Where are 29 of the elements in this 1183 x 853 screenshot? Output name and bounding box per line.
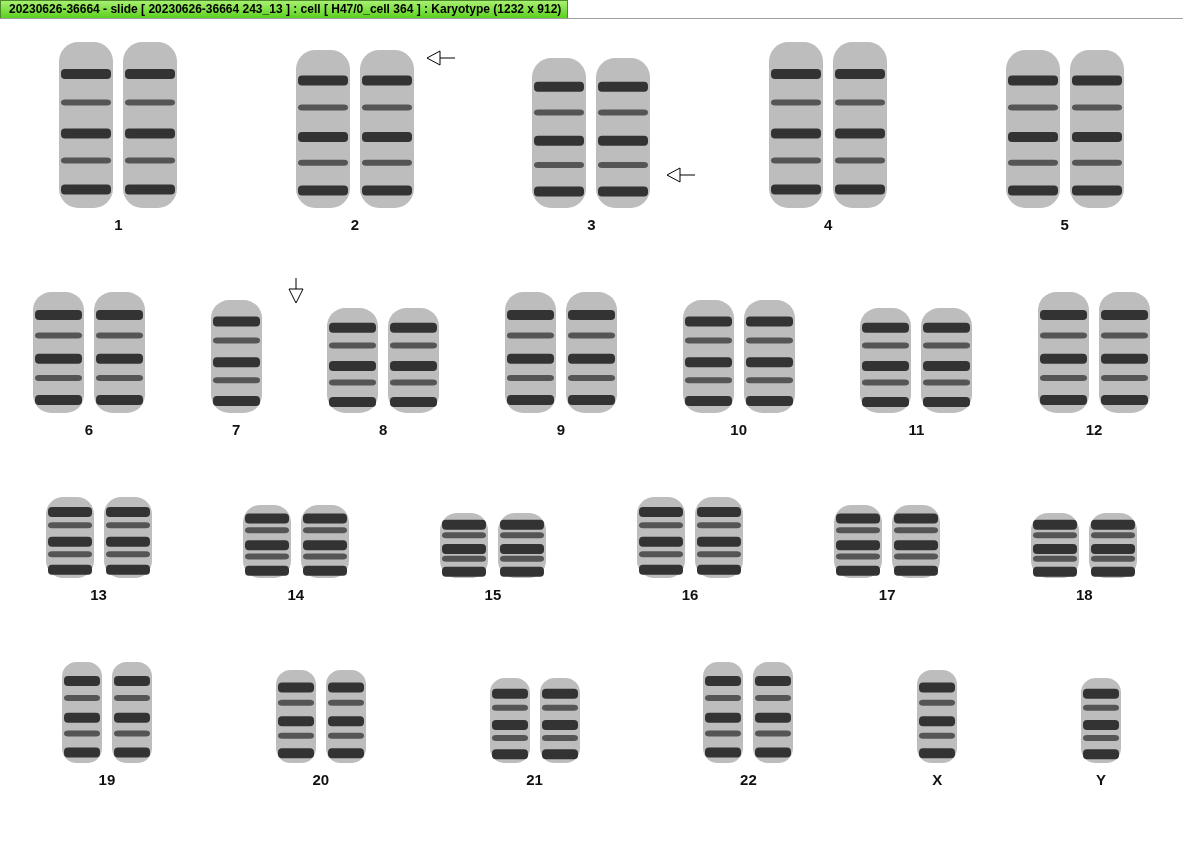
chromosome-label: 7 <box>231 421 241 438</box>
chromosome-label: 18 <box>1076 586 1093 603</box>
chromosome-label: 11 <box>908 421 925 438</box>
chromosome-label: 22 <box>740 771 757 788</box>
chromosome-label: 3 <box>587 216 596 233</box>
chromosome-image <box>495 511 548 580</box>
chromosome-label: 15 <box>484 586 502 603</box>
chromosome-label: 19 <box>98 771 116 788</box>
chromosome-label: 10 <box>730 421 747 438</box>
chromosome-label: 13 <box>90 586 107 603</box>
chromosome-label: 1 <box>114 216 123 233</box>
chromosome-label: 17 <box>878 586 896 603</box>
chromosome-label: 4 <box>823 216 833 233</box>
chromosome-label: 20 <box>312 771 330 788</box>
chromosome-label: Y <box>1096 771 1107 788</box>
chromosome-label: X <box>932 771 943 788</box>
chromosome-label: 8 <box>379 421 388 438</box>
chromosome-label: 14 <box>287 586 305 603</box>
chromosome-label: 2 <box>350 216 360 233</box>
chromosome-image <box>1029 511 1082 580</box>
window-title: 20230626-36664 - slide [ 20230626-36664 243_13 ] : cell [ H47/0_cell 364 ] : Karyotype (1232 x 912) <box>0 0 569 18</box>
chromosome-image <box>437 511 490 580</box>
chromosome-image <box>1087 511 1140 580</box>
chromosome-label: 6 <box>84 421 93 438</box>
chromosome-label: 5 <box>1060 216 1069 233</box>
chromosome-label: 21 <box>526 771 543 788</box>
chromosome-label: 12 <box>1085 421 1103 438</box>
chromosome-label: 16 <box>681 586 699 603</box>
chromosome-label: 9 <box>556 421 566 438</box>
